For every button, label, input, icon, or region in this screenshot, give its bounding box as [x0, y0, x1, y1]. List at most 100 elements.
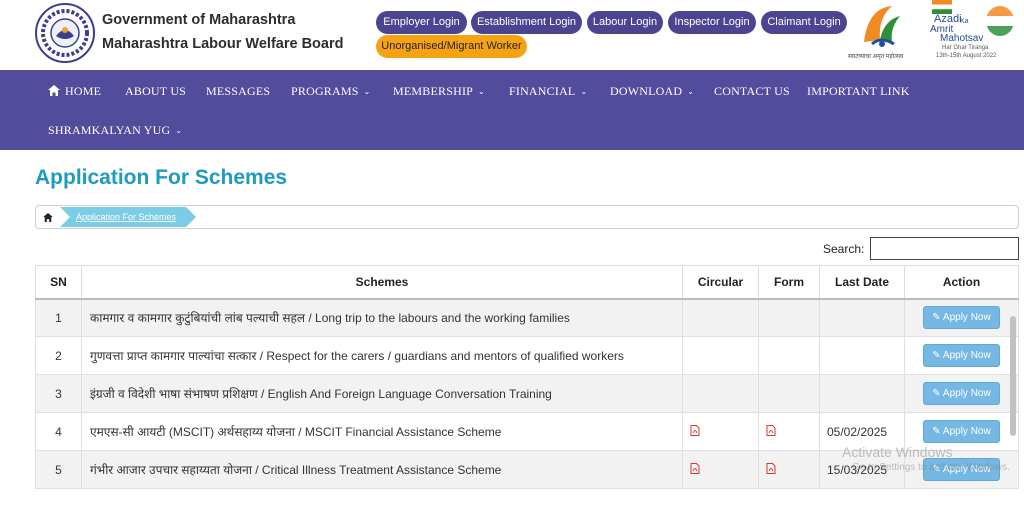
pdf-icon[interactable] [766, 424, 776, 436]
nav-download-label: DOWNLOAD [610, 84, 683, 98]
row-sn: 2 [35, 336, 82, 375]
row-scheme: गुणवत्ता प्राप्त कामगार पाल्यांचा सत्कार… [81, 336, 683, 375]
row-circular [682, 450, 759, 489]
apply-now-label: Apply Now [942, 426, 991, 437]
nav-shramkalyan-yug-label: SHRAMKALYAN YUG [48, 123, 171, 137]
chevron-down-icon: ⌄ [478, 87, 485, 96]
page-title: Application For Schemes [35, 166, 288, 189]
amrit-mahotsav-logo: स्वातंत्र्याचा अमृत महोत्सव [848, 0, 914, 66]
chevron-down-icon: ⌄ [175, 126, 183, 135]
row-action: ✎ Apply Now [904, 374, 1019, 413]
labour-login-button[interactable]: Labour Login [587, 11, 663, 34]
nav-about-us[interactable]: ABOUT US [125, 84, 186, 99]
nav-financial[interactable]: FINANCIAL ⌄ [509, 84, 587, 99]
search-input[interactable] [870, 237, 1019, 260]
header-form[interactable]: Form [758, 265, 820, 300]
tricolor-circle-icon [986, 6, 1014, 36]
header-last-date[interactable]: Last Date [819, 265, 905, 300]
header-circular[interactable]: Circular [682, 265, 759, 300]
nav-programs-label: PROGRAMS [291, 84, 359, 98]
nav-home-label: HOME [65, 84, 102, 98]
apply-now-button[interactable]: ✎ Apply Now [923, 306, 1000, 330]
row-last-date [819, 374, 905, 413]
pencil-icon: ✎ [932, 350, 941, 361]
row-scheme: गंभीर आजार उपचार सहाय्यता योजना / Critic… [81, 450, 683, 489]
row-action: ✎ Apply Now [904, 298, 1019, 337]
home-icon [43, 212, 53, 222]
azadi-ka-text: Ka [960, 18, 969, 25]
row-form [758, 412, 820, 451]
header-sn[interactable]: SN [35, 265, 82, 300]
apply-now-button[interactable]: ✎ Apply Now [923, 420, 1000, 443]
row-circular [682, 412, 759, 451]
pencil-icon: ✎ [932, 388, 941, 399]
search-label: Search: [823, 242, 865, 256]
unorganised-migrant-worker-button[interactable]: Unorganised/Migrant Worker [376, 35, 527, 58]
org-title: Government of Maharashtra [102, 12, 296, 28]
nav-home[interactable]: HOME [48, 84, 101, 99]
har-ghar-tiranga-text: Har Ghar Tiranga [942, 45, 989, 51]
apply-now-button[interactable]: ✎ Apply Now [923, 382, 1000, 405]
table-header-row: SN Schemes Circular Form Last Date Actio… [35, 265, 1019, 300]
header-action[interactable]: Action [904, 265, 1019, 300]
amrit-caption: स्वातंत्र्याचा अमृत महोत्सव [848, 54, 904, 60]
row-last-date [819, 298, 905, 337]
main-navigation: HOME ABOUT US MESSAGES PROGRAMS ⌄ MEMBERS… [0, 70, 1024, 150]
tricolor-swirl-icon [864, 6, 900, 47]
row-scheme: कामगार व कामगार कुटुंबियांची लांब पल्याच… [81, 298, 683, 337]
nav-financial-label: FINANCIAL [509, 84, 576, 98]
mlwb-emblem-icon[interactable] [34, 2, 96, 64]
breadcrumb: Application For Schemes [35, 205, 1019, 229]
breadcrumb-current[interactable]: Application For Schemes [60, 207, 196, 227]
inspector-login-button[interactable]: Inspector Login [668, 11, 756, 34]
activate-windows-subtext: Go to Settings to activate Windows. [852, 462, 1010, 473]
pencil-icon: ✎ [932, 426, 941, 437]
table-row: 3 इंग्रजी व विदेशी भाषा संभाषण प्रशिक्षण… [35, 374, 1019, 413]
org-subtitle: Maharashtra Labour Welfare Board [102, 36, 344, 52]
azadi-ka-amrit-mahotsav-logo: Azadi Ka Amrit Mahotsav Har Ghar Tiranga… [924, 0, 1020, 66]
row-form [758, 298, 820, 337]
pdf-icon[interactable] [690, 462, 700, 474]
row-circular [682, 298, 759, 337]
row-sn: 5 [35, 450, 82, 489]
table-row: 2 गुणवत्ता प्राप्त कामगार पाल्यांचा सत्क… [35, 336, 1019, 375]
nav-contact-us[interactable]: CONTACT US [714, 84, 790, 99]
nav-membership[interactable]: MEMBERSHIP ⌄ [393, 84, 485, 99]
row-sn: 4 [35, 412, 82, 451]
table-scrollbar[interactable] [1010, 316, 1016, 436]
establishment-login-button[interactable]: Establishment Login [471, 11, 582, 34]
nav-shramkalyan-yug[interactable]: SHRAMKALYAN YUG ⌄ [48, 123, 182, 138]
chevron-down-icon: ⌄ [363, 87, 371, 96]
mahotsav-dates-text: 13th-15th August 2022 [936, 53, 997, 59]
row-sn: 1 [35, 298, 82, 337]
nav-important-link[interactable]: IMPORTANT LINK [807, 84, 910, 99]
apply-now-label: Apply Now [942, 350, 991, 361]
chevron-down-icon: ⌄ [687, 87, 695, 96]
row-scheme: इंग्रजी व विदेशी भाषा संभाषण प्रशिक्षण /… [81, 374, 683, 413]
chevron-down-icon: ⌄ [580, 87, 588, 96]
breadcrumb-home[interactable] [36, 206, 60, 228]
nav-programs[interactable]: PROGRAMS ⌄ [291, 84, 371, 99]
home-icon [48, 85, 60, 96]
nav-messages[interactable]: MESSAGES [206, 84, 270, 99]
apply-now-label: Apply Now [942, 388, 991, 399]
pdf-icon[interactable] [690, 424, 700, 436]
row-last-date [819, 336, 905, 375]
row-sn: 3 [35, 374, 82, 413]
claimant-login-button[interactable]: Claimant Login [761, 11, 847, 34]
employer-login-button[interactable]: Employer Login [376, 11, 467, 34]
row-action: ✎ Apply Now [904, 336, 1019, 375]
apply-now-button[interactable]: ✎ Apply Now [923, 344, 1000, 367]
mahotsav-text: Mahotsav [940, 33, 984, 44]
pdf-icon[interactable] [766, 462, 776, 474]
pencil-icon: ✎ [932, 312, 941, 324]
site-header: Government of Maharashtra Maharashtra La… [0, 0, 1024, 70]
apply-now-label: Apply Now [942, 312, 991, 324]
row-form [758, 450, 820, 489]
row-scheme: एमएस-सी आयटी (MSCIT) अर्थसहाय्य योजना / … [81, 412, 683, 451]
nav-membership-label: MEMBERSHIP [393, 84, 474, 98]
table-row: 1 कामगार व कामगार कुटुंबियांची लांब पल्य… [35, 298, 1019, 337]
header-schemes[interactable]: Schemes [81, 265, 683, 300]
row-circular [682, 336, 759, 375]
nav-download[interactable]: DOWNLOAD ⌄ [610, 84, 694, 99]
